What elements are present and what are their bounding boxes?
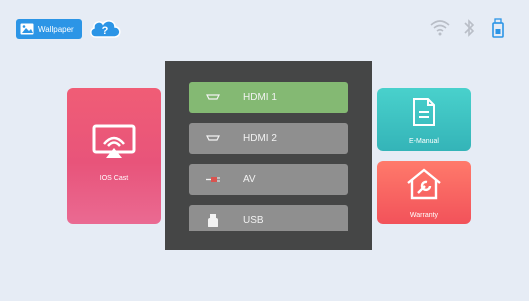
usb-drive-icon [492, 18, 504, 38]
hdmi-icon [206, 135, 220, 141]
source-label: AV [243, 174, 256, 185]
cast-help-icon[interactable]: ? [88, 17, 122, 41]
wallpaper-label: Wallpaper [38, 24, 74, 34]
house-wrench-icon [407, 168, 441, 200]
warranty-label: Warranty [409, 212, 439, 219]
e-manual-card[interactable]: E-Manual [377, 88, 471, 151]
source-item-hdmi-1[interactable]: HDMI 1 [189, 82, 348, 113]
ios-cast-label: IOS Cast [99, 175, 129, 182]
source-menu: HDMI 1 HDMI 2 AV USB [165, 61, 372, 250]
usb-stick-icon [208, 214, 218, 227]
av-plug-icon [206, 177, 220, 182]
image-icon [20, 23, 34, 35]
warranty-card[interactable]: Warranty [377, 161, 471, 224]
wifi-icon [430, 20, 450, 36]
source-item-hdmi-2[interactable]: HDMI 2 [189, 123, 348, 154]
svg-text:?: ? [102, 25, 109, 37]
hdmi-icon [206, 94, 220, 100]
e-manual-label: E-Manual [409, 138, 439, 145]
bluetooth-icon [464, 19, 475, 37]
document-icon [413, 98, 435, 126]
source-item-usb[interactable]: USB [189, 205, 348, 231]
screen-mirroring-icon [92, 124, 136, 158]
wallpaper-button[interactable]: Wallpaper [16, 19, 82, 39]
ios-cast-card[interactable]: IOS Cast [67, 88, 161, 224]
source-item-av[interactable]: AV [189, 164, 348, 195]
source-label: HDMI 2 [243, 133, 277, 144]
source-label: HDMI 1 [243, 92, 277, 103]
source-label: USB [243, 215, 264, 226]
